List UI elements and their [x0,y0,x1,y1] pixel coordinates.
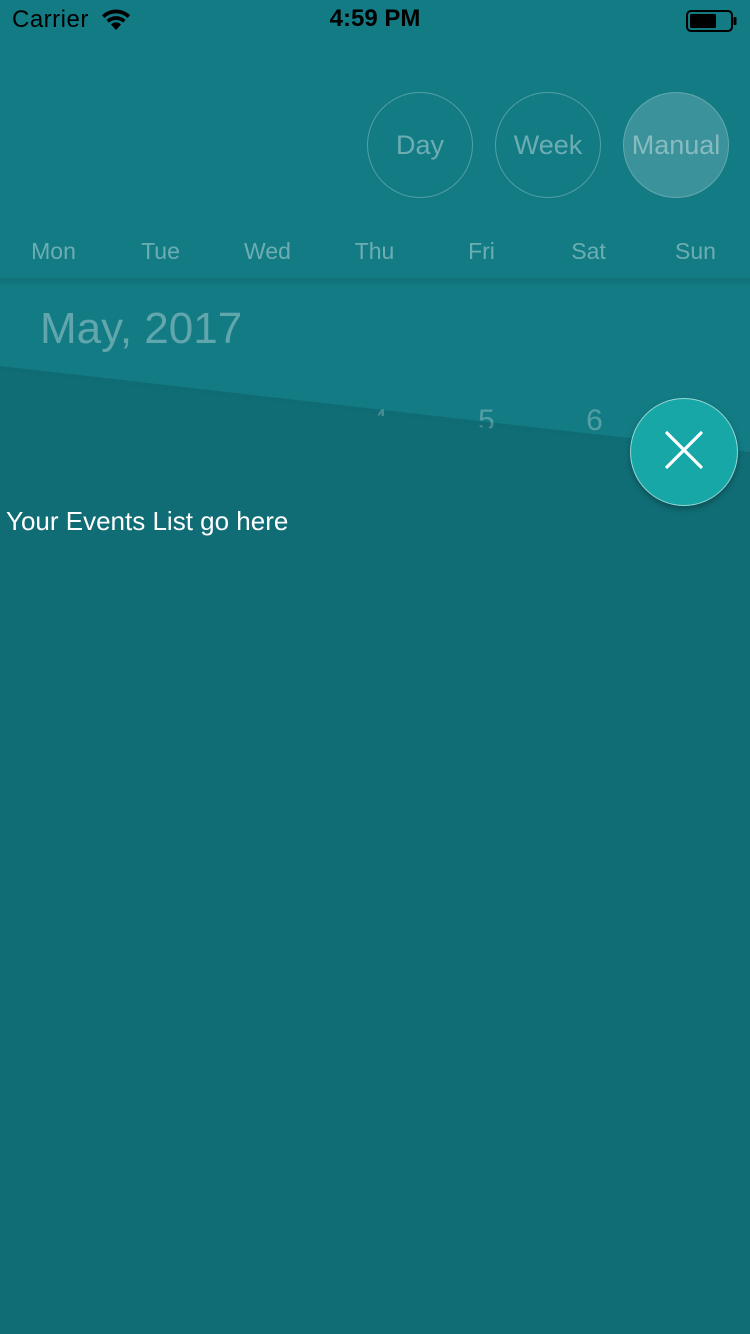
weekday-label: Thu [354,238,395,264]
battery-icon [686,10,738,37]
week-mode-label: Week [513,129,583,160]
close-icon [664,430,704,475]
week-mode-button[interactable]: Week [495,92,601,198]
weekday-label: Sun [675,238,716,264]
weekday-label: Wed [244,238,291,264]
close-button[interactable] [630,398,738,506]
weekday-label: Tue [141,238,180,264]
weekday-label: Mon [31,238,76,264]
manual-mode-button[interactable]: Manual [623,92,729,198]
manual-mode-label: Manual [631,129,721,160]
day-mode-button[interactable]: Day [367,92,473,198]
calendar-screen: Carrier 4:59 PM Day Week Manual Mon Tue [0,0,750,1334]
status-bar: Carrier 4:59 PM [0,0,750,40]
weekday-divider [0,278,750,286]
day-mode-label: Day [395,129,444,160]
weekday-header: Mon Tue Wed Thu Fri Sat Sun [0,238,750,278]
events-panel [0,372,750,1334]
weekday-label: Sat [571,238,606,264]
month-title: May, 2017 [40,304,243,353]
clock-time: 4:59 PM [329,5,421,32]
weekday-label: Fri [468,238,495,264]
events-list-placeholder: Your Events List go here [6,506,289,536]
